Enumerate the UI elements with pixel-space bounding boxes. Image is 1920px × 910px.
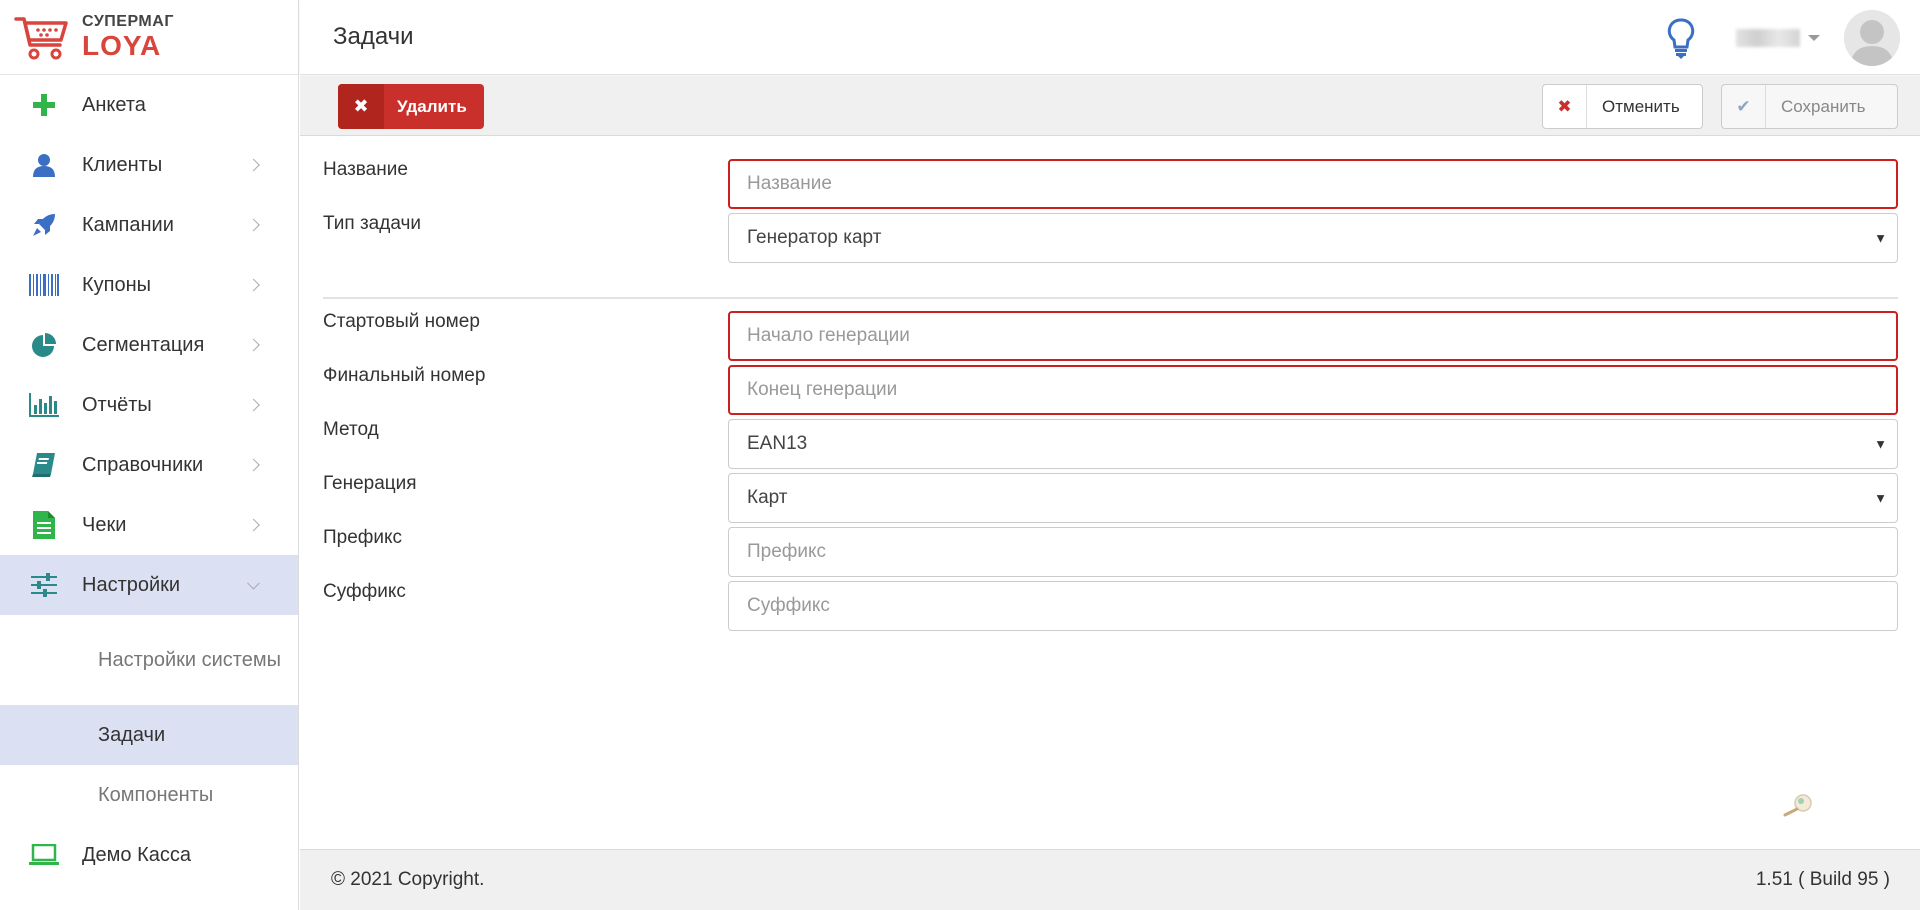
laptop-icon xyxy=(28,841,60,869)
save-button-label: Сохранить xyxy=(1781,96,1866,116)
task-type-select[interactable]: Генератор карт ▼ xyxy=(728,213,1898,263)
form-row-generation: Генерация Карт ▼ xyxy=(300,451,1920,523)
sidebar-item-label: Сегментация xyxy=(82,333,205,356)
sidebar-item-segmentation[interactable]: Сегментация xyxy=(0,315,298,375)
chevron-down-icon xyxy=(247,576,260,590)
sidebar-item-anketa[interactable]: Анкета xyxy=(0,75,298,135)
sidebar-item-label: Клиенты xyxy=(82,153,163,176)
sidebar-item-label: Демо Касса xyxy=(82,843,191,866)
header-actions xyxy=(1666,0,1900,75)
form-row-end-number: Финальный номер xyxy=(300,343,1920,415)
delete-button-label: Удалить xyxy=(397,96,467,116)
brand-name-top: СУПЕРМАГ xyxy=(82,13,174,30)
user-icon xyxy=(28,151,60,179)
sidebar-item-receipts[interactable]: Чеки xyxy=(0,495,298,555)
checkmark-icon: ✔ xyxy=(1722,85,1766,128)
form-row-method: Метод EAN13 ▼ xyxy=(300,397,1920,469)
logo[interactable]: СУПЕРМАГ LOYA xyxy=(0,0,298,75)
document-icon xyxy=(28,511,60,539)
chevron-right-icon xyxy=(247,398,260,412)
copyright-text: © 2021 Copyright. xyxy=(331,869,485,890)
chevron-right-icon xyxy=(247,458,260,472)
sidebar-item-demo-register[interactable]: Демо Касса xyxy=(0,825,298,885)
suffix-input[interactable] xyxy=(728,581,1898,631)
sidebar-item-label: Настройки xyxy=(82,573,181,596)
delete-button[interactable]: ✖ Удалить xyxy=(338,84,484,129)
sidebar-item-label: Чеки xyxy=(82,513,127,536)
brand-name-bottom: LOYA xyxy=(82,30,162,61)
app-root: СУПЕРМАГ LOYA Анкета Клиенты Кампании Ку… xyxy=(0,0,1920,910)
sidebar-item-clients[interactable]: Клиенты xyxy=(0,135,298,195)
name-label: Название xyxy=(323,159,408,180)
start-number-label: Стартовый номер xyxy=(323,311,480,332)
sidebar-item-reports[interactable]: Отчёты xyxy=(0,375,298,435)
chevron-right-icon xyxy=(247,278,260,292)
sidebar-item-coupons[interactable]: Купоны xyxy=(0,255,298,315)
chevron-down-icon[interactable] xyxy=(1808,34,1820,41)
sidebar-nav: Анкета Клиенты Кампании Купоны Сегментац… xyxy=(0,75,298,885)
cancel-button[interactable]: ✖ Отменить xyxy=(1542,84,1703,129)
end-number-label: Финальный номер xyxy=(323,365,486,386)
pie-chart-icon xyxy=(28,331,60,359)
form-row-start-number: Стартовый номер xyxy=(300,289,1920,361)
dropdown-arrow-icon: ▼ xyxy=(1874,490,1887,506)
sidebar-subitem-components[interactable]: Компоненты xyxy=(0,765,298,825)
version-text: 1.51 ( Build 95 ) xyxy=(1755,869,1890,890)
sidebar-item-directories[interactable]: Справочники xyxy=(0,435,298,495)
cancel-button-label: Отменить xyxy=(1602,96,1680,116)
chevron-right-icon xyxy=(247,338,260,352)
lightbulb-icon[interactable] xyxy=(1666,17,1696,59)
suffix-label: Суффикс xyxy=(323,581,406,602)
page-title: Задачи xyxy=(333,23,414,50)
prefix-label: Префикс xyxy=(323,527,403,548)
sidebar-item-label: Отчёты xyxy=(82,393,152,416)
footer: © 2021 Copyright. 1.51 ( Build 95 ) xyxy=(300,849,1920,910)
sidebar-item-label: Купоны xyxy=(82,273,152,296)
dropdown-arrow-icon: ▼ xyxy=(1874,230,1887,246)
method-label: Метод xyxy=(323,419,379,440)
form-row-suffix: Суффикс xyxy=(300,559,1920,631)
book-icon xyxy=(28,451,60,479)
bar-chart-icon xyxy=(28,391,60,419)
chevron-right-icon xyxy=(247,518,260,532)
generation-label: Генерация xyxy=(323,473,417,494)
rocket-icon xyxy=(28,211,60,239)
top-header: Задачи xyxy=(300,0,1920,75)
sidebar-item-campaigns[interactable]: Кампании xyxy=(0,195,298,255)
dropdown-arrow-icon: ▼ xyxy=(1874,436,1887,452)
magnifier-icon[interactable] xyxy=(1781,793,1815,817)
form-row-task-type: Тип задачи Генератор карт ▼ xyxy=(300,191,1920,263)
cart-logo-icon xyxy=(14,17,68,60)
form-row-prefix: Префикс xyxy=(300,505,1920,577)
username-redacted[interactable] xyxy=(1736,28,1800,47)
form-row-name: Название xyxy=(300,137,1920,209)
task-type-selected-value: Генератор карт xyxy=(747,227,882,248)
save-button[interactable]: ✔ Сохранить xyxy=(1721,84,1898,129)
avatar[interactable] xyxy=(1844,9,1900,66)
sidebar-item-label: Справочники xyxy=(82,453,204,476)
close-icon: ✖ xyxy=(1543,85,1587,128)
chevron-right-icon xyxy=(247,218,260,232)
barcode-icon xyxy=(28,271,60,299)
action-toolbar: ✖ Удалить ✖ Отменить ✔ Сохранить xyxy=(300,76,1920,136)
sliders-icon xyxy=(28,571,60,599)
chevron-right-icon xyxy=(247,158,260,172)
sidebar-item-settings[interactable]: Настройки xyxy=(0,555,298,615)
sidebar-subitem-system-settings[interactable]: Настройки системы xyxy=(0,615,298,705)
sidebar: СУПЕРМАГ LOYA Анкета Клиенты Кампании Ку… xyxy=(0,0,299,910)
plus-icon xyxy=(28,91,60,119)
sidebar-item-label: Кампании xyxy=(82,213,174,236)
sidebar-item-label: Анкета xyxy=(82,93,146,116)
sidebar-subitem-tasks[interactable]: Задачи xyxy=(0,705,298,765)
task-type-label: Тип задачи xyxy=(323,213,421,234)
close-icon: ✖ xyxy=(338,84,384,129)
